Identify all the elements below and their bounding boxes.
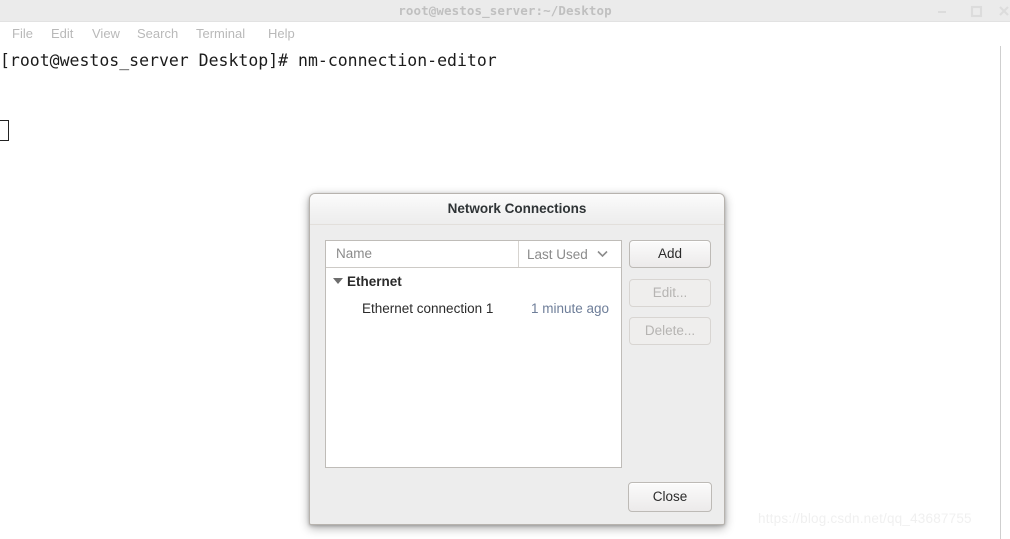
connections-list[interactable]: Name Last Used Ethernet Ethernet connect… (325, 240, 622, 468)
terminal-window-title: root@westos_server:~/Desktop (398, 3, 612, 18)
terminal-scrollbar[interactable] (1000, 46, 1010, 539)
watermark-text: https://blog.csdn.net/qq_43687755 (758, 511, 972, 526)
list-item[interactable]: Ethernet connection 1 1 minute ago (326, 296, 621, 322)
triangle-down-icon[interactable] (333, 278, 343, 284)
list-group-label: Ethernet (347, 274, 402, 289)
list-group-ethernet[interactable]: Ethernet (326, 269, 621, 295)
column-header-last-used-label: Last Used (527, 247, 588, 262)
close-button[interactable]: Close (628, 482, 712, 512)
connection-last-used: 1 minute ago (531, 301, 610, 316)
menu-item-terminal[interactable]: Terminal (190, 22, 251, 46)
terminal-menubar: File Edit View Search Terminal Help (0, 22, 1010, 46)
menu-item-edit[interactable]: Edit (45, 22, 79, 46)
dialog-title: Network Connections (447, 201, 587, 216)
terminal-titlebar: root@westos_server:~/Desktop (0, 0, 1010, 22)
dialog-titlebar: Network Connections (310, 194, 724, 225)
menu-item-help[interactable]: Help (262, 22, 301, 46)
edit-button: Edit... (629, 279, 711, 307)
column-header-name[interactable]: Name (326, 241, 519, 267)
terminal-command-line: [root@westos_server Desktop]# nm-connect… (0, 51, 497, 70)
delete-button: Delete... (629, 317, 711, 345)
chevron-down-icon (596, 241, 608, 267)
terminal-cursor (0, 120, 9, 141)
minimize-icon[interactable] (934, 3, 950, 19)
connection-name: Ethernet connection 1 (362, 301, 494, 316)
menu-item-file[interactable]: File (6, 22, 39, 46)
add-button[interactable]: Add (629, 240, 711, 268)
menu-item-view[interactable]: View (86, 22, 126, 46)
list-header-row: Name Last Used (326, 241, 621, 268)
column-header-last-used[interactable]: Last Used (520, 241, 621, 267)
maximize-icon[interactable] (968, 3, 984, 19)
menu-item-search[interactable]: Search (131, 22, 184, 46)
network-connections-dialog: Network Connections Name Last Used Ether… (309, 193, 725, 525)
close-icon[interactable] (996, 3, 1010, 19)
